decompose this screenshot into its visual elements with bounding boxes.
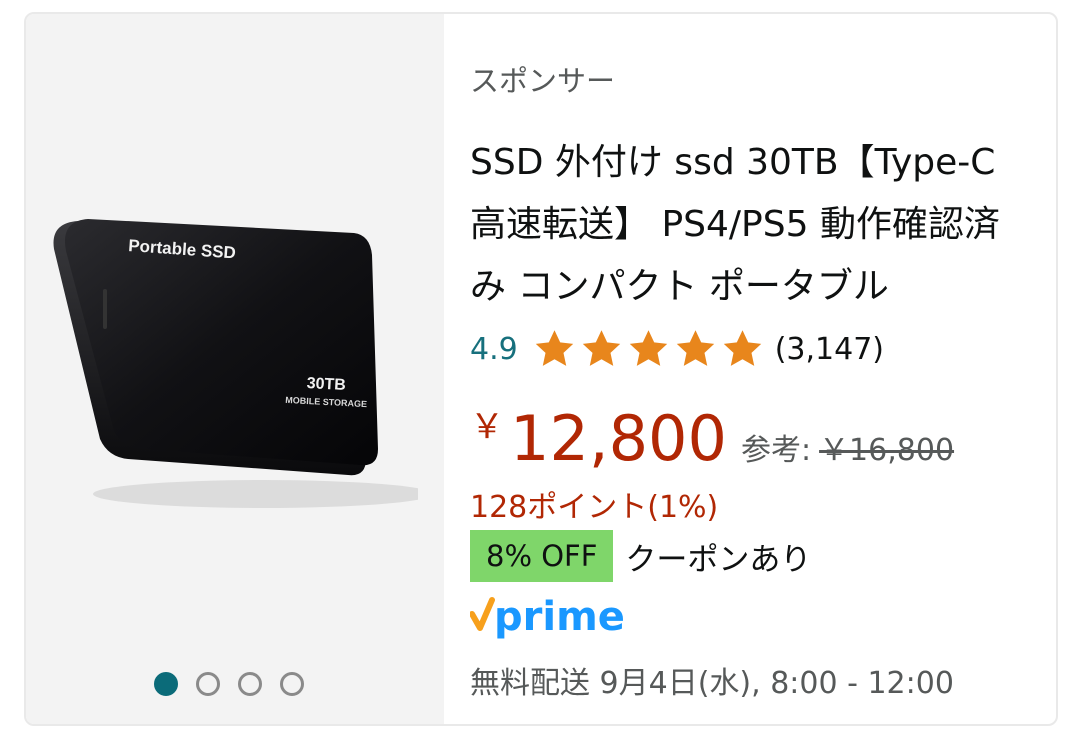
review-count[interactable]: (3,147) xyxy=(775,332,884,367)
reference-price: ￥16,800 xyxy=(819,433,955,468)
prime-label: prime xyxy=(494,594,625,640)
product-title[interactable]: SSD 外付け ssd 30TB【Type-C 高速転送】 PS4/PS5 動作… xyxy=(470,132,1030,318)
reference-price-label: 参考: xyxy=(740,433,812,468)
carousel-dot-4[interactable] xyxy=(280,672,304,696)
product-image-area[interactable]: Portable SSD 30TB MOBILE STORAGE xyxy=(26,14,444,724)
price-currency: ￥ xyxy=(470,407,504,447)
delivery-info: 無料配送 9月4日(水), 8:00 - 12:00 xyxy=(470,666,954,701)
price-row: ￥ 12,800 参考: ￥16,800 xyxy=(470,399,954,479)
coupon-badge: 8% OFF xyxy=(470,530,614,582)
points-text: 128ポイント(1%) xyxy=(470,490,719,525)
product-image[interactable]: Portable SSD 30TB MOBILE STORAGE xyxy=(48,209,418,539)
image-capacity-text: 30TB xyxy=(306,375,346,394)
product-info: スポンサー SSD 外付け ssd 30TB【Type-C 高速転送】 PS4/… xyxy=(470,14,1040,724)
prime-logo: prime xyxy=(470,594,625,640)
coupon-row[interactable]: 8% OFF クーポンあり xyxy=(470,530,811,582)
star-icon xyxy=(629,330,667,366)
sponsored-label[interactable]: スポンサー xyxy=(470,58,615,100)
product-card[interactable]: Portable SSD 30TB MOBILE STORAGE スポンサー S… xyxy=(24,12,1058,726)
star-icon xyxy=(676,330,714,366)
rating-row[interactable]: 4.9 (3,147) xyxy=(470,327,884,371)
carousel-dot-2[interactable] xyxy=(196,672,220,696)
star-icon xyxy=(535,330,573,366)
carousel-dots xyxy=(154,672,304,696)
star-icon xyxy=(582,330,620,366)
price-amount: 12,800 xyxy=(510,402,727,475)
carousel-dot-3[interactable] xyxy=(238,672,262,696)
rating-value: 4.9 xyxy=(470,331,518,367)
star-rating xyxy=(532,327,765,371)
carousel-dot-1[interactable] xyxy=(154,672,178,696)
star-icon xyxy=(723,330,761,366)
coupon-text: クーポンあり xyxy=(625,541,812,578)
